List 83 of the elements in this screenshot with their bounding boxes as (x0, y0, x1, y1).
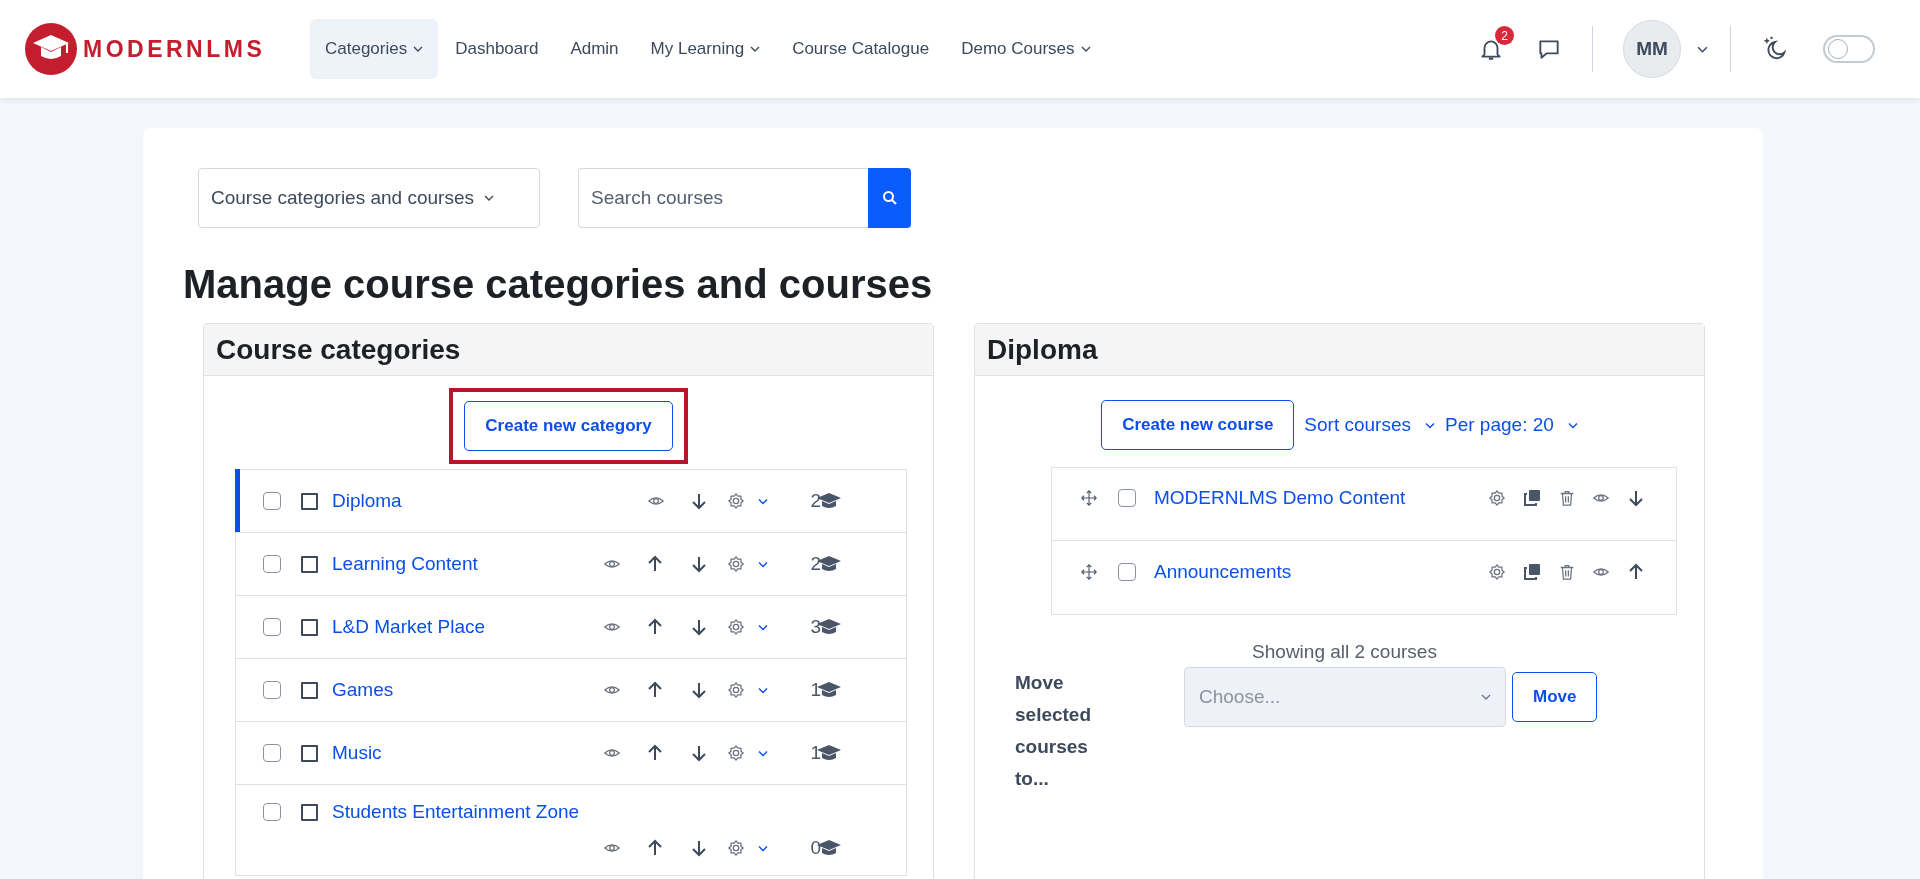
caret-icon[interactable] (758, 686, 769, 694)
square-icon (301, 681, 318, 699)
row-checkbox[interactable] (263, 492, 281, 510)
course-count: 2 (810, 553, 821, 575)
course-count: 1 (810, 679, 821, 701)
square-icon (301, 744, 318, 762)
category-link[interactable]: Students Entertainment Zone (332, 801, 580, 823)
square-icon (301, 618, 318, 636)
caret-icon[interactable] (1567, 421, 1578, 429)
course-link[interactable]: Announcements (1154, 560, 1292, 583)
panel-title: Diploma (987, 333, 1098, 366)
square-icon (301, 555, 318, 573)
course-link[interactable]: MODERNLMS Demo Content (1154, 487, 1406, 509)
course-count: 1 (810, 742, 821, 764)
move-courses-label: Move selected courses to... (1015, 671, 1093, 791)
courses-summary: Showing all 2 courses (1251, 641, 1438, 663)
row-checkbox[interactable] (263, 555, 281, 573)
settings-icon[interactable] (727, 555, 746, 573)
create-course-button[interactable]: Create new course (1101, 400, 1295, 450)
category-link[interactable]: Learning Content (332, 553, 478, 575)
search-button[interactable] (868, 168, 911, 228)
category-link[interactable]: Diploma (332, 490, 402, 512)
create-category-button[interactable]: Create new category (464, 401, 673, 451)
category-row[interactable]: Students Entertainment Zone 0 (236, 785, 906, 876)
caret-icon[interactable] (758, 749, 769, 757)
view-select[interactable]: Course categories and courses (198, 168, 540, 228)
nav-item[interactable]: Demo Courses (946, 19, 1106, 79)
category-link[interactable]: Games (332, 679, 394, 701)
settings-icon[interactable] (727, 681, 746, 699)
settings-icon[interactable] (727, 618, 746, 636)
settings-icon[interactable] (727, 744, 746, 762)
copy-icon[interactable] (1522, 561, 1542, 582)
caret-icon (484, 195, 494, 201)
row-checkbox[interactable] (1118, 562, 1136, 581)
settings-icon[interactable] (1488, 562, 1506, 581)
nav-item[interactable]: Dashboard (440, 19, 554, 79)
caret-icon[interactable] (758, 623, 769, 631)
nav-item[interactable]: Course Catalogue (777, 19, 945, 79)
square-icon (301, 803, 318, 821)
nav-item[interactable]: Categories (310, 19, 439, 79)
row-checkbox[interactable] (263, 803, 281, 821)
course-count: 3 (810, 616, 821, 638)
settings-icon[interactable] (727, 492, 746, 510)
trash-icon[interactable] (1558, 489, 1576, 507)
category-row[interactable]: Games 1 (236, 659, 906, 722)
settings-icon[interactable] (727, 839, 746, 857)
logo-text[interactable]: MODERNLMS (83, 35, 266, 63)
category-row[interactable]: Music 1 (236, 722, 906, 785)
category-row[interactable]: Learning Content 2 (236, 533, 906, 596)
course-count: 0 (810, 837, 821, 859)
page-title: Manage course categories and courses (183, 262, 934, 307)
dark-mode-toggle[interactable] (1823, 35, 1875, 63)
row-checkbox[interactable] (263, 681, 281, 699)
caret-icon[interactable] (1697, 45, 1708, 53)
category-link[interactable]: Music (332, 742, 382, 764)
settings-icon[interactable] (1488, 489, 1506, 507)
caret-icon[interactable] (1425, 421, 1435, 429)
per-page-link[interactable]: Per page: 20 (1445, 414, 1554, 436)
trash-icon[interactable] (1558, 562, 1576, 581)
search-icon (881, 190, 898, 206)
caret-icon[interactable] (758, 560, 769, 568)
nav-item[interactable]: My Learning (635, 19, 776, 79)
row-checkbox[interactable] (263, 744, 281, 762)
row-checkbox[interactable] (1118, 489, 1136, 507)
arrow-down-icon[interactable] (1626, 488, 1646, 508)
user-avatar[interactable]: MM (1623, 20, 1681, 78)
caret-icon[interactable] (758, 844, 769, 852)
square-icon (301, 492, 318, 510)
category-row[interactable]: L&D Market Place 3 (236, 596, 906, 659)
panel-title: Course categories (216, 333, 461, 366)
search-field[interactable]: Search courses (578, 168, 868, 228)
row-checkbox[interactable] (263, 618, 281, 636)
nav-item[interactable]: Admin (555, 19, 634, 79)
sort-courses-link[interactable]: Sort courses (1304, 414, 1411, 436)
caret-icon[interactable] (758, 497, 769, 505)
move-handle-icon[interactable] (1080, 562, 1098, 581)
notification-count-badge: 2 (1495, 26, 1514, 45)
move-handle-icon[interactable] (1080, 489, 1098, 507)
caret-icon (1481, 694, 1491, 700)
copy-icon[interactable] (1522, 488, 1542, 508)
category-link[interactable]: L&D Market Place (332, 616, 486, 638)
course-count: 2 (810, 490, 821, 512)
graduation-cap-logo-icon (25, 23, 77, 75)
